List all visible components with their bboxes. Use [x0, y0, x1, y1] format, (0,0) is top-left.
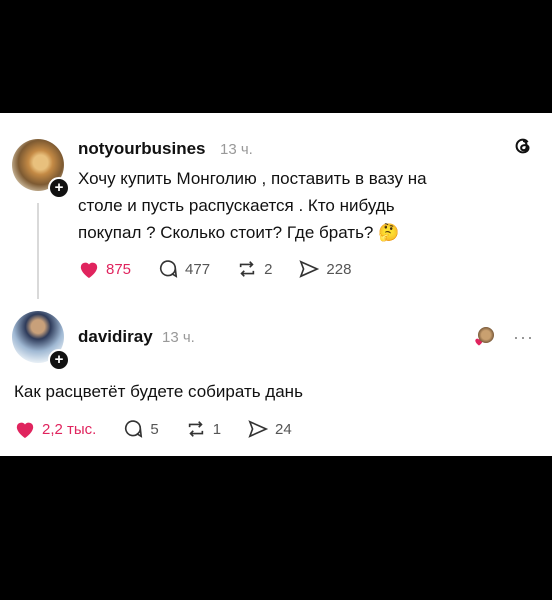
repost-count: 2: [264, 260, 273, 278]
like-button[interactable]: 2,2 тыс.: [14, 419, 96, 439]
post1-text-line1: Хочу купить Монголию , поставить в вазу …: [78, 169, 427, 188]
share-button[interactable]: 228: [298, 259, 351, 279]
post2-time: 13 ч.: [162, 329, 195, 346]
post1-text: Хочу купить Монголию , поставить в вазу …: [78, 165, 427, 246]
post1-text-line3: покупал ? Сколько стоит? Где брать? 🤔: [78, 223, 400, 242]
post1-time: 13 ч.: [220, 141, 253, 158]
like-button[interactable]: 875: [78, 259, 131, 279]
repost-button[interactable]: 1: [185, 419, 221, 439]
like-count: 875: [106, 260, 132, 278]
more-options-button[interactable]: ···: [513, 327, 534, 348]
post2-actions: 2,2 тыс. 5 1 24: [14, 419, 318, 439]
share-count: 228: [326, 260, 352, 278]
comment-count: 477: [185, 260, 211, 278]
follow-plus-icon[interactable]: +: [48, 177, 70, 199]
share-button[interactable]: 24: [247, 419, 292, 439]
share-icon: [299, 260, 320, 278]
follow-plus-icon[interactable]: +: [48, 349, 70, 371]
post1-actions: 875 477 2 228: [78, 259, 377, 279]
post2-text: Как расцветёт будете собирать дань: [14, 382, 303, 401]
threads-logo-icon: [512, 135, 534, 162]
repost-icon: [239, 261, 255, 277]
share-count: 24: [275, 420, 292, 438]
repost-icon: [188, 421, 203, 437]
post2-username[interactable]: davidiray: [78, 327, 153, 347]
post1-text-line2: столе и пусть распускается . Кто нибудь: [78, 196, 395, 215]
heart-icon: [16, 422, 34, 439]
comment-icon: [160, 260, 178, 278]
heart-icon: [80, 262, 98, 279]
comment-button[interactable]: 5: [122, 419, 159, 439]
comment-count: 5: [150, 420, 159, 438]
comment-icon: [125, 420, 143, 438]
repost-count: 1: [212, 420, 222, 438]
like-count: 2,2 тыс.: [42, 420, 97, 438]
threads-screenshot-card: + notyourbusines 13 ч. Хочу купить Монго…: [0, 113, 552, 456]
thread-line: [37, 203, 39, 299]
author-mini-avatar: [478, 327, 494, 343]
share-icon: [248, 420, 269, 438]
comment-button[interactable]: 477: [157, 259, 210, 279]
post1-username[interactable]: notyourbusines: [78, 139, 206, 159]
repost-button[interactable]: 2: [236, 259, 272, 279]
